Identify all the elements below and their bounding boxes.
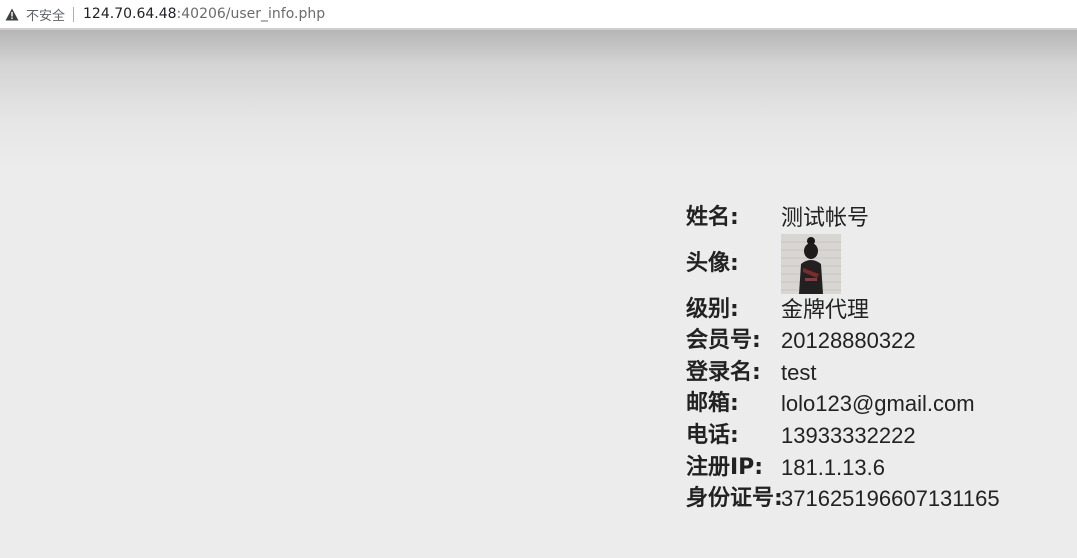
name-value: 测试帐号 — [781, 205, 870, 230]
row-login-name: 登录名: test — [686, 357, 1000, 389]
register-ip-value: 181.1.13.6 — [781, 454, 885, 480]
register-ip-label: 注册IP: — [686, 454, 764, 480]
level-value: 金牌代理 — [781, 296, 870, 322]
row-member-id: 会员号: 20128880322 — [686, 325, 1000, 357]
id-number-label: 身份证号: — [686, 486, 783, 512]
member-id-value: 20128880322 — [781, 328, 916, 354]
member-id-label: 会员号: — [686, 328, 761, 354]
security-label[interactable]: 不安全 — [26, 5, 65, 24]
login-name-value: test — [781, 359, 817, 385]
row-avatar: 头像: — [686, 233, 1000, 294]
url-path[interactable]: :40206/user_info.php — [177, 6, 326, 22]
id-number-value: 371625196607131165 — [781, 486, 1000, 512]
row-phone: 电话: 13933332222 — [686, 420, 1000, 452]
phone-value: 13933332222 — [781, 422, 916, 448]
avatar — [781, 233, 841, 294]
row-id-number: 身份证号: 371625196607131165 — [686, 483, 1000, 515]
address-divider — [73, 6, 75, 22]
row-level: 级别: 金牌代理 — [686, 294, 1000, 326]
row-register-ip: 注册IP: 181.1.13.6 — [686, 452, 1000, 484]
name-label: 姓名: — [686, 205, 739, 230]
avatar-label: 头像: — [686, 250, 739, 276]
url-host[interactable]: 124.70.64.48 — [83, 6, 177, 22]
email-label: 邮箱: — [686, 391, 739, 417]
row-email: 邮箱: lolo123@gmail.com — [686, 388, 1000, 420]
browser-address-bar[interactable]: 不安全 124.70.64.48:40206/user_info.php — [0, 0, 1077, 28]
email-value: lolo123@gmail.com — [781, 391, 975, 417]
user-info-table: 姓名: 测试帐号 头像: 级别: 金牌代理 会员号: 20128880322 登… — [686, 202, 1000, 515]
row-name: 姓名: 测试帐号 — [686, 202, 1000, 234]
login-name-label: 登录名: — [686, 359, 761, 385]
phone-label: 电话: — [686, 422, 739, 448]
warning-icon[interactable] — [4, 6, 20, 22]
level-label: 级别: — [686, 296, 739, 322]
avatar-image — [781, 233, 841, 294]
